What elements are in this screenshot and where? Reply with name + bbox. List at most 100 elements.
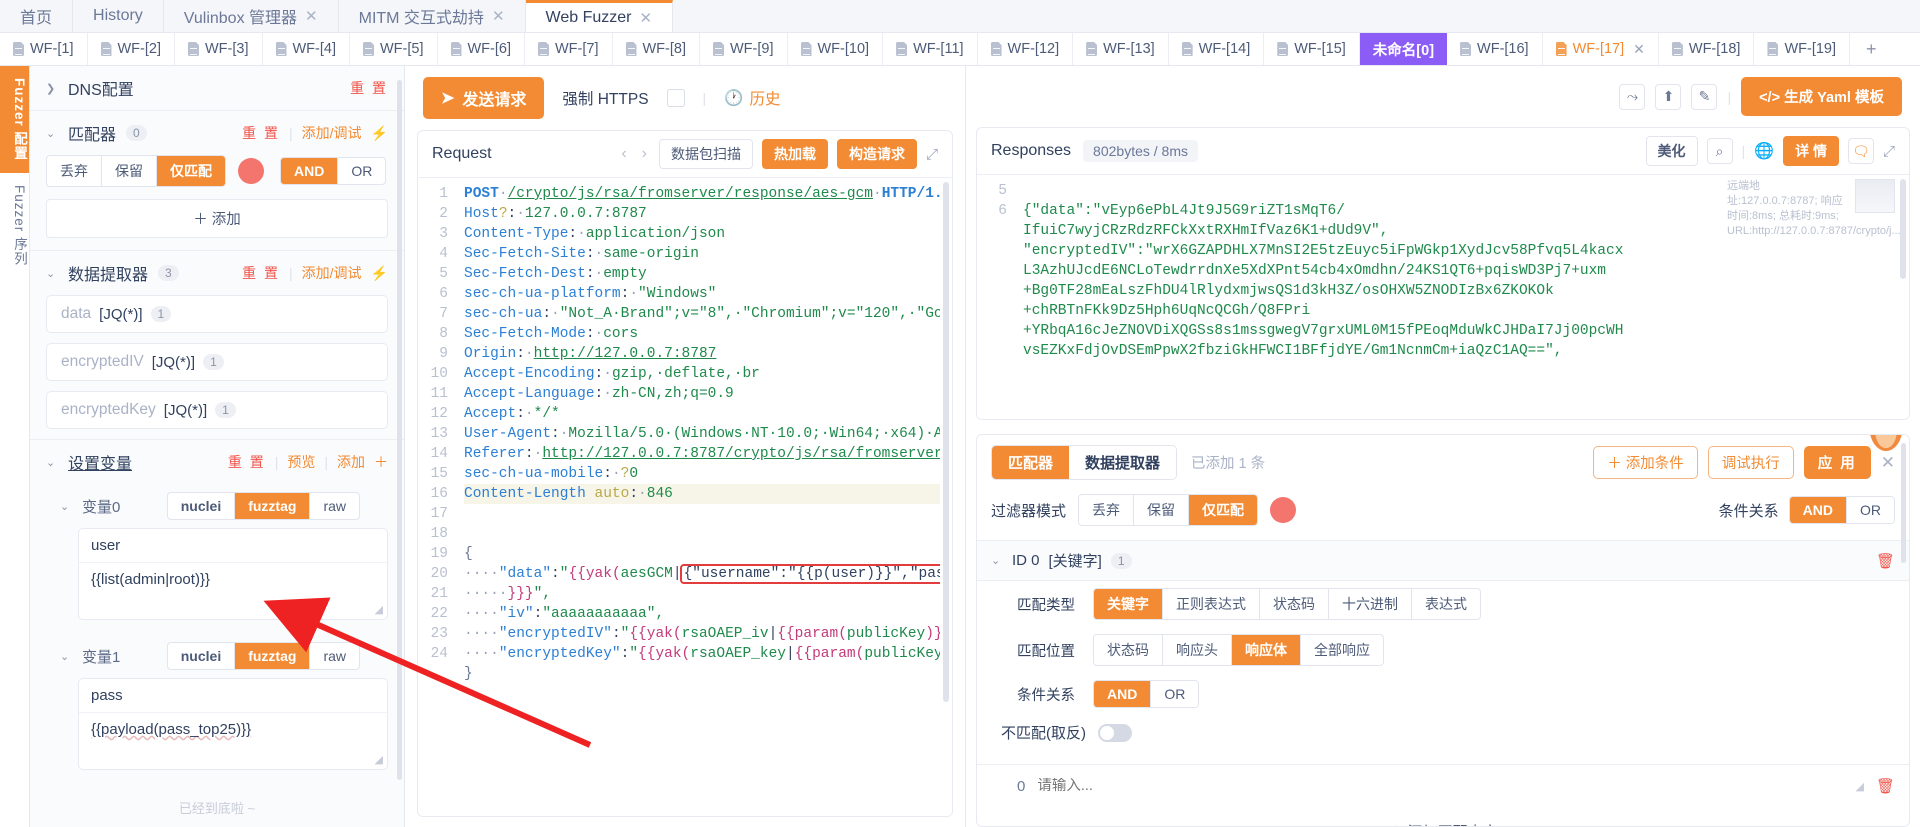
- fuzzer-tab[interactable]: WF-[12]: [978, 33, 1074, 65]
- match-pos-all[interactable]: 全部响应: [1301, 635, 1383, 665]
- app-tab-history[interactable]: History: [73, 0, 164, 32]
- variables-add-button[interactable]: 添加: [337, 452, 365, 472]
- variable-mode-nuclei[interactable]: nuclei: [168, 493, 236, 519]
- matcher-reset-button[interactable]: 重 置: [242, 123, 280, 143]
- extractor-reset-button[interactable]: 重 置: [242, 263, 280, 283]
- matcher-row-header[interactable]: ⌄ ID 0 [关键字] 1 🗑: [977, 540, 1909, 581]
- chevron-down-icon[interactable]: ⌄: [991, 554, 1003, 567]
- search-icon[interactable]: ⌕: [1706, 138, 1733, 164]
- fuzzer-tab[interactable]: WF-[1]: [0, 33, 88, 65]
- fuzzer-tab[interactable]: WF-[10]: [788, 33, 884, 65]
- match-type-regex[interactable]: 正则表达式: [1163, 589, 1260, 619]
- matcher-mode-only-match[interactable]: 仅匹配: [157, 156, 225, 186]
- add-fuzzer-tab-button[interactable]: +: [1850, 33, 1893, 65]
- request-editor[interactable]: 1 2 3 4 5 6 7 8 9 10 11 12 13 14 15 16 17 18 19 20 21 22 23 24 …: [418, 178, 952, 816]
- chevron-right-icon[interactable]: ›: [639, 145, 650, 163]
- dns-reset-button[interactable]: 重 置: [350, 78, 388, 98]
- relation-and[interactable]: AND: [1789, 497, 1847, 523]
- share-icon[interactable]: ⤳: [1619, 83, 1646, 110]
- fuzzer-tab[interactable]: WF-[14]: [1169, 33, 1265, 65]
- fuzzer-tab[interactable]: WF-[15]: [1264, 33, 1360, 65]
- close-icon[interactable]: ✕: [639, 9, 652, 27]
- chevron-down-icon[interactable]: ⌄: [60, 650, 72, 663]
- fuzzer-tab[interactable]: WF-[9]: [700, 33, 788, 65]
- resize-handle-icon[interactable]: ◢: [375, 603, 383, 616]
- matcher-mode-keep[interactable]: 保留: [102, 156, 157, 186]
- fuzzer-tab[interactable]: WF-[13]: [1073, 33, 1169, 65]
- match-pos-header[interactable]: 响应头: [1163, 635, 1232, 665]
- extractor-item[interactable]: encryptedIV [JQ(*)] 1: [46, 343, 388, 381]
- variable-mode-nuclei[interactable]: nuclei: [168, 643, 236, 669]
- relation-or[interactable]: OR: [1847, 497, 1894, 523]
- debug-run-button[interactable]: 调试执行: [1707, 446, 1794, 479]
- fuzzer-tab[interactable]: 未命名[0]: [1359, 33, 1448, 65]
- row-relation-and[interactable]: AND: [1094, 681, 1152, 707]
- filter-mode-keep[interactable]: 保留: [1134, 495, 1190, 525]
- close-icon[interactable]: ✕: [1633, 41, 1645, 58]
- fuzzer-tab[interactable]: WF-[3]: [175, 33, 263, 65]
- match-pos-body[interactable]: 响应体: [1232, 635, 1301, 665]
- detail-button[interactable]: 详 情: [1783, 136, 1839, 166]
- app-tab-web-fuzzer[interactable]: Web Fuzzer ✕: [525, 0, 674, 32]
- response-editor-scrollbar[interactable]: [1900, 179, 1906, 279]
- chrome-icon[interactable]: 🌐: [1754, 141, 1774, 161]
- response-preview-thumbnail[interactable]: [1855, 179, 1895, 213]
- color-indicator[interactable]: [238, 158, 264, 184]
- fuzzer-tab[interactable]: WF-[19]: [1754, 33, 1851, 65]
- upload-icon[interactable]: ⬆: [1655, 83, 1682, 110]
- matcher-add-button[interactable]: ＋ 添加: [46, 199, 388, 238]
- matcher-value-input[interactable]: [1037, 778, 1844, 794]
- filter-mode-discard[interactable]: 丢弃: [1079, 495, 1135, 525]
- match-type-statuscode[interactable]: 状态码: [1260, 589, 1329, 619]
- fuzzer-tab[interactable]: WF-[17] ✕: [1543, 33, 1659, 65]
- plus-icon[interactable]: ＋: [374, 452, 388, 472]
- variable-mode-raw[interactable]: raw: [310, 493, 359, 519]
- matcher-add-debug-button[interactable]: 添加/调试: [302, 123, 362, 143]
- trash-icon[interactable]: 🗑: [1876, 777, 1895, 795]
- close-icon[interactable]: ✕: [492, 7, 505, 25]
- bolt-icon[interactable]: ⚡: [371, 265, 388, 282]
- extractor-item[interactable]: data [JQ(*)] 1: [46, 295, 388, 333]
- expand-icon[interactable]: ⤢: [1883, 143, 1895, 160]
- extractor-item[interactable]: encryptedKey [JQ(*)] 1: [46, 391, 388, 429]
- send-request-button[interactable]: ➤ 发送请求: [423, 77, 545, 119]
- add-match-content-button[interactable]: ＋ 添加匹配内容: [977, 805, 1909, 826]
- rail-item-fuzzer-sequence[interactable]: Fuzzer 序列 ⛁: [0, 173, 29, 278]
- hot-reload-button[interactable]: 热加载: [761, 139, 828, 169]
- matcher-logic-and[interactable]: AND: [281, 158, 339, 184]
- trash-icon[interactable]: 🗑: [1876, 552, 1895, 570]
- edit-icon[interactable]: ✎: [1691, 83, 1718, 110]
- match-type-keyword[interactable]: 关键字: [1094, 589, 1163, 619]
- app-tab-mitm[interactable]: MITM 交互式劫持 ✕: [338, 0, 526, 32]
- color-indicator[interactable]: [1270, 497, 1297, 523]
- chevron-left-icon[interactable]: ‹: [618, 145, 629, 163]
- build-request-button[interactable]: 构造请求: [836, 139, 917, 169]
- fuzzer-tab[interactable]: WF-[7]: [525, 33, 613, 65]
- row-relation-or[interactable]: OR: [1151, 681, 1198, 707]
- force-https-checkbox[interactable]: [666, 89, 685, 107]
- response-body[interactable]: 56 {"data":"vEyp6ePbL4Jt9J5G9riZT1sMqT6/…: [977, 175, 1909, 419]
- tab-matcher[interactable]: 匹配器: [992, 446, 1070, 479]
- chevron-right-icon[interactable]: ❯: [46, 82, 58, 95]
- rail-item-fuzzer-config[interactable]: Fuzzer 配置 ⚟: [0, 66, 29, 173]
- match-type-hex[interactable]: 十六进制: [1329, 589, 1412, 619]
- variable-mode-raw[interactable]: raw: [310, 643, 359, 669]
- variable-value-input[interactable]: {{list(admin|root)}} ◢: [79, 563, 387, 619]
- fuzzer-tab[interactable]: WF-[4]: [263, 33, 350, 65]
- chevron-down-icon[interactable]: ⌄: [46, 127, 58, 140]
- request-code-text[interactable]: POST·/crypto/js/rsa/fromserver/response/…: [456, 178, 940, 816]
- history-button[interactable]: 🕐 历史: [724, 87, 780, 109]
- variable-key-input[interactable]: pass: [79, 679, 387, 713]
- app-tab-home[interactable]: 首页: [0, 0, 74, 32]
- add-condition-button[interactable]: ＋ 添加条件: [1593, 446, 1698, 479]
- fold-icon[interactable]: ⌄: [456, 544, 457, 564]
- match-pos-statuscode[interactable]: 状态码: [1094, 635, 1163, 665]
- fuzzer-tab[interactable]: WF-[2]: [88, 33, 175, 65]
- filter-mode-only-match[interactable]: 仅匹配: [1189, 495, 1258, 525]
- matcher-logic-or[interactable]: OR: [338, 158, 385, 184]
- bolt-icon[interactable]: ⚡: [371, 125, 388, 142]
- negate-toggle[interactable]: [1098, 723, 1132, 742]
- matcher-mode-discard[interactable]: 丢弃: [47, 156, 102, 186]
- variables-preview-button[interactable]: 预览: [287, 452, 315, 472]
- fuzzer-tab[interactable]: WF-[18]: [1659, 33, 1755, 65]
